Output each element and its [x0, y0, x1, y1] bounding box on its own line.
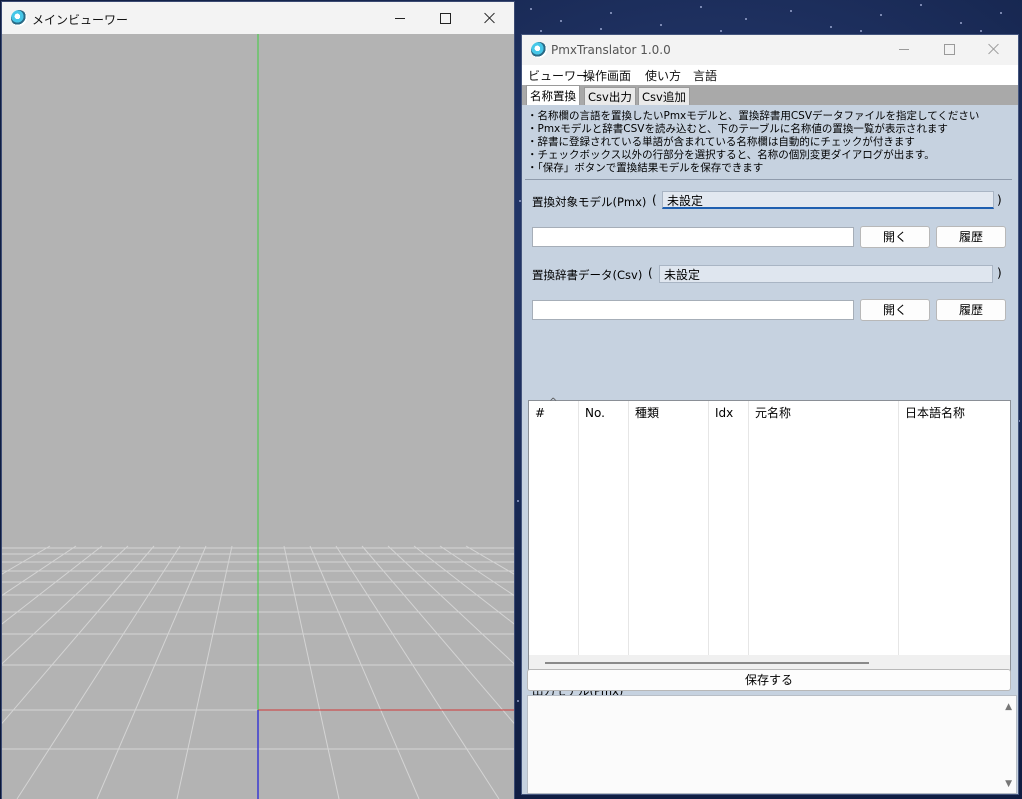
column-divider [748, 401, 749, 655]
minimize-icon[interactable] [380, 4, 420, 32]
description-line: ・名称欄の言語を置換したいPmxモデルと、置換辞書用CSVデータファイルを指定し… [527, 110, 980, 122]
star-dot [720, 30, 722, 32]
star-dot [540, 30, 542, 32]
3d-viewport[interactable] [2, 34, 514, 799]
app-logo-icon [11, 10, 27, 26]
star-dot [519, 200, 521, 202]
tab-csv-export[interactable]: Csv出力 [584, 87, 636, 106]
menu-operation[interactable]: 操作画面 [583, 67, 631, 84]
rename-table[interactable]: ^ # No. 種類 Idx 元名称 日本語名称 [528, 397, 1012, 672]
description-line: ・辞書に登録されている単語が含まれている名称欄は自動的にチェックが付きます [527, 136, 915, 148]
pmx-label: 置換対象モデル(Pmx) [532, 195, 647, 209]
scroll-down-icon[interactable]: ▼ [1005, 779, 1012, 789]
log-output[interactable]: ▲ ▼ [527, 695, 1017, 794]
column-header-japanese-name[interactable]: 日本語名称 [899, 401, 1012, 425]
close-icon[interactable] [974, 35, 1014, 63]
csv-status-field[interactable]: 未設定 [659, 265, 993, 283]
star-dot [1000, 12, 1002, 14]
star-dot [517, 500, 519, 502]
maximize-icon[interactable] [425, 4, 465, 32]
viewer-titlebar[interactable]: メインビューワー [2, 2, 514, 34]
viewer-title: メインビューワー [32, 13, 129, 27]
save-button[interactable]: 保存する [527, 669, 1011, 691]
star-dot [660, 24, 662, 26]
column-header-original-name[interactable]: 元名称 [749, 401, 899, 425]
maximize-icon[interactable] [929, 35, 969, 63]
minimize-icon[interactable] [884, 35, 924, 63]
tab-csv-append[interactable]: Csv追加 [638, 87, 690, 106]
column-divider [898, 401, 899, 655]
star-dot [600, 28, 602, 30]
pmx-open-button[interactable]: 開く [860, 226, 930, 248]
pmx-history-button[interactable]: 履歴 [936, 226, 1006, 248]
paren-open: ( [648, 266, 653, 280]
csv-history-button[interactable]: 履歴 [936, 299, 1006, 321]
star-dot [517, 700, 519, 702]
column-header-no[interactable]: No. [579, 401, 629, 425]
app-logo-icon [531, 42, 547, 58]
star-dot [790, 10, 792, 12]
translator-titlebar[interactable]: PmxTranslator 1.0.0 [522, 35, 1018, 65]
description-line: ・Pmxモデルと辞書CSVを読み込むと、下のテーブルに名称値の置換一覧が表示され… [527, 123, 948, 135]
tab-strip: 名称置換 Csv出力 Csv追加 [522, 85, 1018, 106]
star-dot [920, 4, 922, 6]
translator-window: PmxTranslator 1.0.0 ビューワー 操作画面 使い方 言語 名称… [522, 35, 1018, 794]
csv-open-button[interactable]: 開く [860, 299, 930, 321]
star-dot [880, 14, 882, 16]
column-header-check[interactable]: # [529, 401, 579, 425]
star-dot [560, 20, 562, 22]
menu-usage[interactable]: 使い方 [645, 67, 681, 84]
star-dot [530, 8, 532, 10]
star-dot [745, 18, 747, 20]
translator-title: PmxTranslator 1.0.0 [551, 43, 671, 57]
scroll-up-icon[interactable]: ▲ [1005, 702, 1012, 712]
csv-path-input[interactable] [532, 300, 854, 320]
close-icon[interactable] [470, 4, 510, 32]
star-dot [700, 6, 702, 8]
menu-language[interactable]: 言語 [693, 67, 717, 84]
star-dot [980, 30, 982, 32]
column-divider [578, 401, 579, 655]
pmx-path-input[interactable] [532, 227, 854, 247]
viewer-window: メインビューワー [2, 2, 514, 799]
description-line: ・チェックボックス以外の行部分を選択すると、名称の個別変更ダイアログが出ます。 [527, 149, 935, 161]
star-dot [830, 26, 832, 28]
paren-close: ) [997, 193, 1002, 207]
menu-bar: ビューワー 操作画面 使い方 言語 [522, 65, 1018, 85]
pmx-status-field[interactable]: 未設定 [662, 191, 994, 209]
column-divider [708, 401, 709, 655]
description-line: ・「保存」ボタンで置換結果モデルを保存できます [527, 162, 764, 174]
divider [525, 179, 1012, 180]
star-dot [1018, 420, 1020, 422]
paren-open: ( [652, 193, 657, 207]
csv-label: 置換辞書データ(Csv) [532, 268, 643, 282]
star-dot [960, 22, 962, 24]
paren-close: ) [997, 266, 1002, 280]
column-header-idx[interactable]: Idx [709, 401, 749, 425]
column-divider [628, 401, 629, 655]
star-dot [610, 12, 612, 14]
star-dot [860, 30, 862, 32]
column-header-type[interactable]: 種類 [629, 401, 709, 425]
scrollbar-thumb[interactable] [545, 662, 869, 664]
tab-rename[interactable]: 名称置換 [526, 85, 580, 106]
menu-viewer[interactable]: ビューワー [528, 67, 588, 84]
rename-panel: ・名称欄の言語を置換したいPmxモデルと、置換辞書用CSVデータファイルを指定し… [522, 105, 1018, 794]
viewport-scene [2, 34, 514, 799]
